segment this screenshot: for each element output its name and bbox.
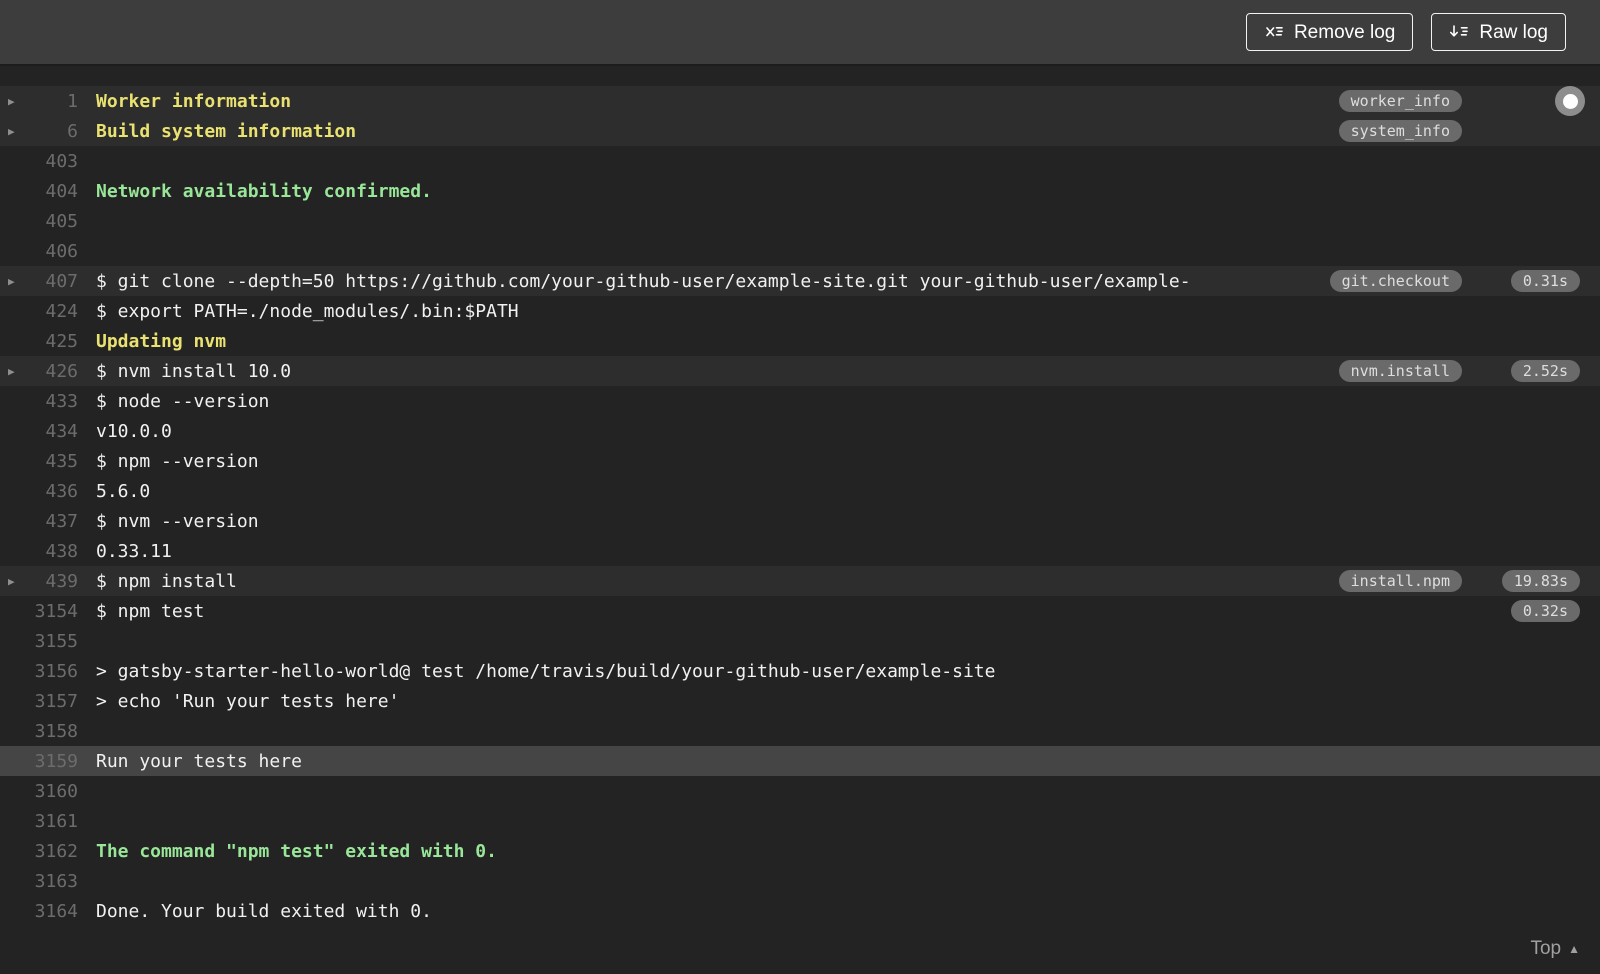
log-text: $ node --version [96,390,270,412]
step-tag-badge: nvm.install [1338,360,1462,382]
line-number-link[interactable]: 405 [32,211,78,232]
line-number-link[interactable]: 437 [32,511,78,532]
log-rows: ▶ 1 Worker information worker_info ▶ 6 Build s… [0,86,1600,926]
line-number-link[interactable]: 3157 [32,691,78,712]
build-log: ▶ 1 Worker information worker_info ▶ 6 Build s… [0,66,1600,926]
log-text: Network availability confirmed. [96,180,432,202]
line-number-link[interactable]: 3160 [32,781,78,802]
line-number-link[interactable]: 404 [32,181,78,202]
x-list-icon [1264,22,1284,42]
fold-arrow-icon[interactable]: ▶ [8,575,32,588]
step-tag-badge: git.checkout [1329,270,1462,292]
raw-log-label: Raw log [1479,21,1548,43]
log-text: $ export PATH=./node_modules/.bin:$PATH [96,300,519,322]
log-line: 438 0.33.11 [0,536,1600,566]
raw-log-button[interactable]: Raw log [1431,13,1566,51]
log-toolbar: Remove log Raw log [0,0,1600,66]
log-text: > gatsby-starter-hello-world@ test /home… [96,660,996,682]
line-number-link[interactable]: 3156 [32,661,78,682]
duration-badge: 19.83s [1501,570,1580,592]
fold-section-header[interactable]: ▶ 6 Build system information system_info [0,116,1600,146]
line-number-link[interactable]: 425 [32,331,78,352]
log-line: 437 $ nvm --version [0,506,1600,536]
line-number-link[interactable]: 434 [32,421,78,442]
log-line: 3162 The command "npm test" exited with 0… [0,836,1600,866]
line-number-link[interactable]: 438 [32,541,78,562]
log-line: 425 Updating nvm [0,326,1600,356]
log-line: 3156 > gatsby-starter-hello-world@ test /… [0,656,1600,686]
scroll-to-top-link[interactable]: Top ▲ [1530,938,1580,960]
line-number-link[interactable]: 3164 [32,901,78,922]
log-line: 3157 > echo 'Run your tests here' [0,686,1600,716]
log-text: Updating nvm [96,330,227,352]
log-line: 435 $ npm --version [0,446,1600,476]
fold-section-header[interactable]: ▶ 407 $ git clone --depth=50 https://githu… [0,266,1600,296]
line-number-link[interactable]: 433 [32,391,78,412]
line-number-link[interactable]: 1 [32,91,78,112]
line-number-link[interactable]: 3163 [32,871,78,892]
line-number-link[interactable]: 439 [32,571,78,592]
log-text: > echo 'Run your tests here' [96,690,400,712]
line-number-link[interactable]: 435 [32,451,78,472]
scroll-position-dot [1562,93,1578,109]
log-text: Run your tests here [96,750,302,772]
triangle-up-icon: ▲ [1568,942,1580,956]
fold-arrow-icon[interactable]: ▶ [8,275,32,288]
line-number-link[interactable]: 3159 [32,751,78,772]
log-line: 433 $ node --version [0,386,1600,416]
step-tag-badge: worker_info [1338,90,1462,112]
log-text: $ nvm --version [96,510,259,532]
line-number-link[interactable]: 3161 [32,811,78,832]
log-text: $ npm test [96,600,205,622]
fold-section-header[interactable]: ▶ 426 $ nvm install 10.0 nvm.install 2.52s [0,356,1600,386]
line-number-link[interactable]: 3155 [32,631,78,652]
fold-section-header[interactable]: ▶ 439 $ npm install install.npm 19.83s [0,566,1600,596]
duration-badge: 0.31s [1510,270,1580,292]
log-text: $ npm --version [96,450,259,472]
top-link-label: Top [1530,938,1562,959]
log-text: The command "npm test" exited with 0. [96,840,497,862]
line-number-link[interactable]: 424 [32,301,78,322]
log-text: Done. Your build exited with 0. [96,900,432,922]
log-line: 3158 [0,716,1600,746]
line-number-link[interactable]: 3162 [32,841,78,862]
step-tag-badge: install.npm [1338,570,1462,592]
duration-badge: 2.52s [1510,360,1580,382]
fold-arrow-icon[interactable]: ▶ [8,365,32,378]
duration-badge: 0.32s [1510,600,1580,622]
fold-arrow-icon[interactable]: ▶ [8,125,32,138]
log-line: 3155 [0,626,1600,656]
line-number-link[interactable]: 406 [32,241,78,262]
remove-log-label: Remove log [1293,21,1396,43]
log-line: 3164 Done. Your build exited with 0. [0,896,1600,926]
line-number-link[interactable]: 436 [32,481,78,502]
line-number-link[interactable]: 6 [32,121,78,142]
log-text: 0.33.11 [96,540,172,562]
line-number-link[interactable]: 407 [32,271,78,292]
log-line: 404 Network availability confirmed. [0,176,1600,206]
line-number-link[interactable]: 3154 [32,601,78,622]
line-number-link[interactable]: 426 [32,361,78,382]
arrow-down-list-icon [1449,22,1469,42]
log-line: 3160 [0,776,1600,806]
scroll-position-indicator-icon[interactable] [1555,86,1585,116]
step-tag-badge: system_info [1338,120,1462,142]
remove-log-button[interactable]: Remove log [1245,13,1414,51]
log-text: 5.6.0 [96,480,151,502]
log-line: 3159 Run your tests here [0,746,1600,776]
log-line: 405 [0,206,1600,236]
fold-section-header[interactable]: ▶ 1 Worker information worker_info [0,86,1600,116]
log-line: 424 $ export PATH=./node_modules/.bin:$PA… [0,296,1600,326]
log-line: 3161 [0,806,1600,836]
log-line: 3163 [0,866,1600,896]
log-line: 3154 $ npm test 0.32s [0,596,1600,626]
line-number-link[interactable]: 3158 [32,721,78,742]
line-number-link[interactable]: 403 [32,151,78,172]
log-line: 406 [0,236,1600,266]
log-line: 403 [0,146,1600,176]
log-line: 434 v10.0.0 [0,416,1600,446]
fold-arrow-icon[interactable]: ▶ [8,95,32,108]
log-text: v10.0.0 [96,420,172,442]
log-line: 436 5.6.0 [0,476,1600,506]
